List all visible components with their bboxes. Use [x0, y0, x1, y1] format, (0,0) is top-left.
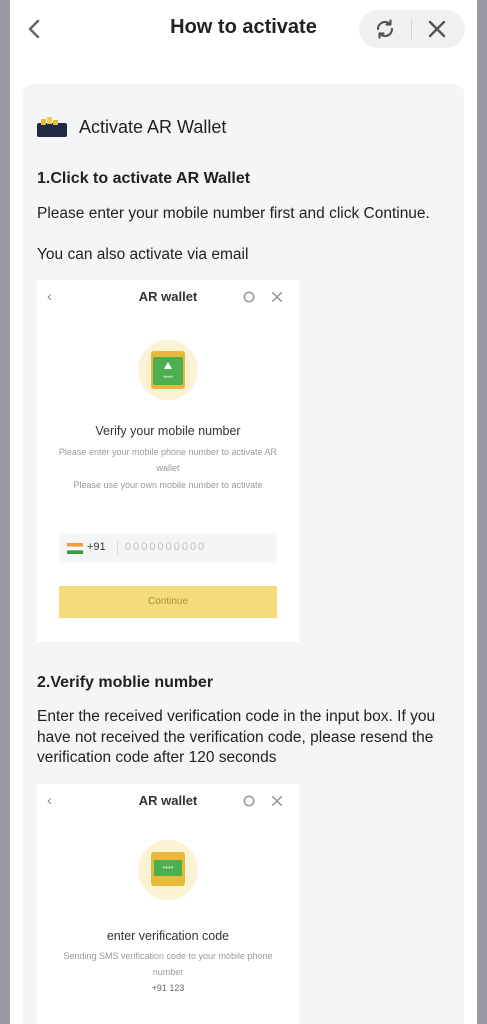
- svg-text:****: ****: [163, 376, 173, 382]
- svg-text:****: ****: [163, 866, 174, 873]
- card-icon: ****: [151, 351, 185, 389]
- header-actions: [359, 10, 465, 48]
- header: How to activate: [10, 0, 477, 58]
- instructions-card: Activate AR Wallet 1.Click to activate A…: [23, 84, 464, 1024]
- continue-button: Continue: [59, 586, 277, 618]
- wallet-icon: [37, 117, 67, 137]
- page: How to activate Activate AR Wallet 1.Cli…: [10, 0, 477, 1024]
- close-icon: [271, 291, 283, 303]
- step2-heading: 2.Verify moblie number: [37, 674, 214, 691]
- step1-line1: Please enter your mobile number first an…: [37, 205, 430, 222]
- wallet-emblem: ****: [138, 840, 198, 900]
- divider: [411, 19, 412, 39]
- step1-line2: You can also activate via email: [37, 246, 249, 263]
- example-screenshot-activate: ‹ AR wallet **** Verify your mobile numb…: [37, 280, 299, 642]
- card-title-text: Activate AR Wallet: [79, 117, 227, 137]
- shot-title: AR wallet: [138, 289, 198, 304]
- masked-phone-number: +91 123: [151, 983, 185, 993]
- step2-text: Enter the received verification code in …: [37, 708, 436, 766]
- example-screenshot-verify: ‹ AR wallet **** enter verification code…: [37, 784, 299, 1024]
- card-icon: ****: [151, 852, 185, 886]
- verify-subtext-2: Please use your own mobile number to act…: [73, 480, 263, 490]
- wallet-emblem: ****: [138, 340, 198, 400]
- shot-title: AR wallet: [138, 793, 198, 808]
- verify-subtext-1: Please enter your mobile phone number to…: [58, 447, 278, 473]
- verify-heading: Verify your mobile number: [95, 424, 241, 438]
- refresh-icon: [243, 795, 255, 807]
- divider: [117, 541, 118, 555]
- step1-heading: 1.Click to activate AR Wallet: [37, 170, 251, 187]
- phone-placeholder: 0000000000: [125, 541, 207, 553]
- refresh-icon: [243, 291, 255, 303]
- close-icon: [271, 795, 283, 807]
- country-code: +91: [87, 541, 106, 553]
- phone-input: +91 0000000000: [59, 533, 277, 563]
- refresh-icon[interactable]: [373, 17, 397, 41]
- verify-code-subtext: Sending SMS verification code to your mo…: [63, 951, 273, 977]
- flag-icon: [67, 543, 83, 554]
- close-icon[interactable]: [425, 17, 449, 41]
- verify-code-heading: enter verification code: [106, 929, 230, 943]
